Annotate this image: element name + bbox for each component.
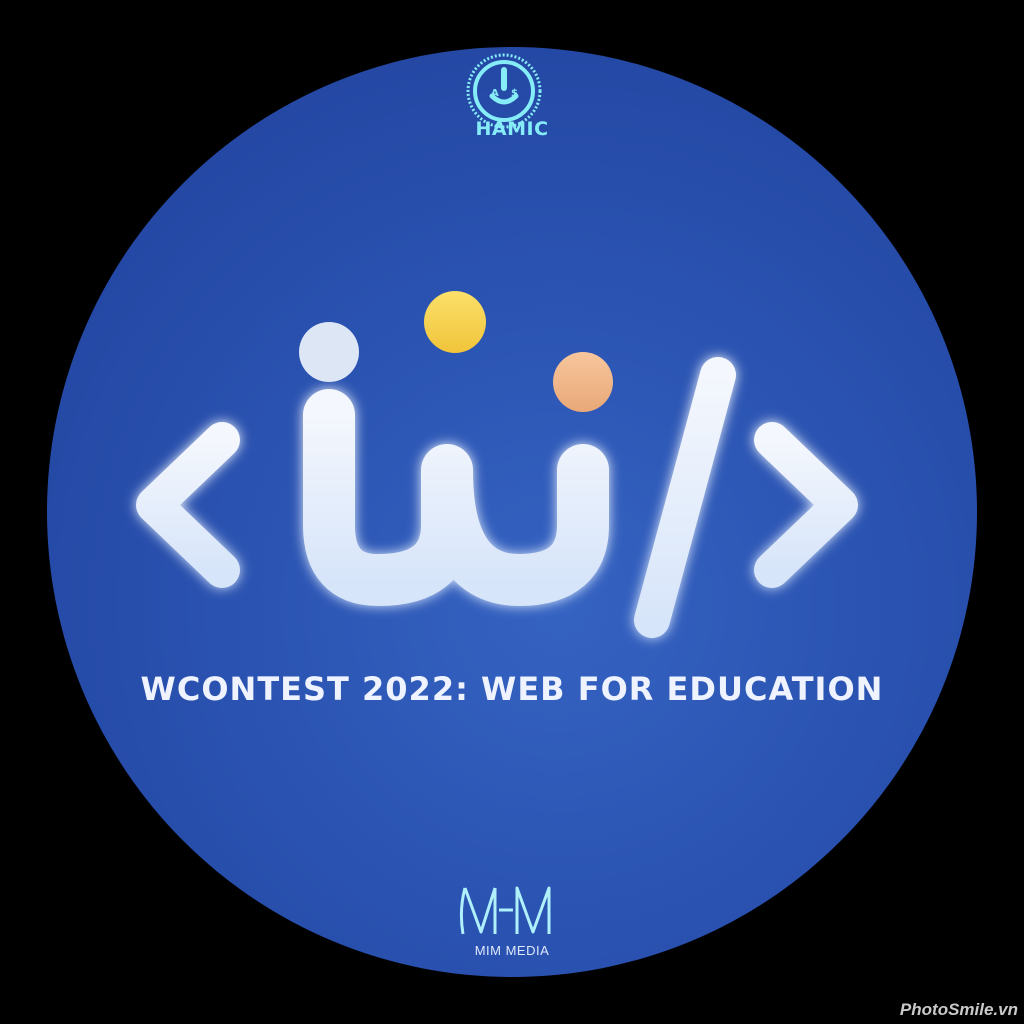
dot-light bbox=[299, 322, 359, 382]
mim-logo-icon bbox=[459, 886, 551, 935]
slash bbox=[634, 357, 736, 638]
mim-media-caption: MIM MEDIA bbox=[474, 943, 550, 958]
watermark: PhotoSmile.vn bbox=[899, 1000, 1018, 1019]
dot-orange bbox=[553, 352, 613, 412]
right-chevron bbox=[754, 422, 858, 588]
left-chevron bbox=[136, 422, 240, 588]
event-title: WCONTEST 2022: WEB FOR EDUCATION bbox=[140, 670, 884, 708]
w-glyph bbox=[303, 389, 609, 606]
dot-yellow bbox=[424, 291, 486, 353]
code-bracket-w-icon bbox=[136, 291, 858, 638]
